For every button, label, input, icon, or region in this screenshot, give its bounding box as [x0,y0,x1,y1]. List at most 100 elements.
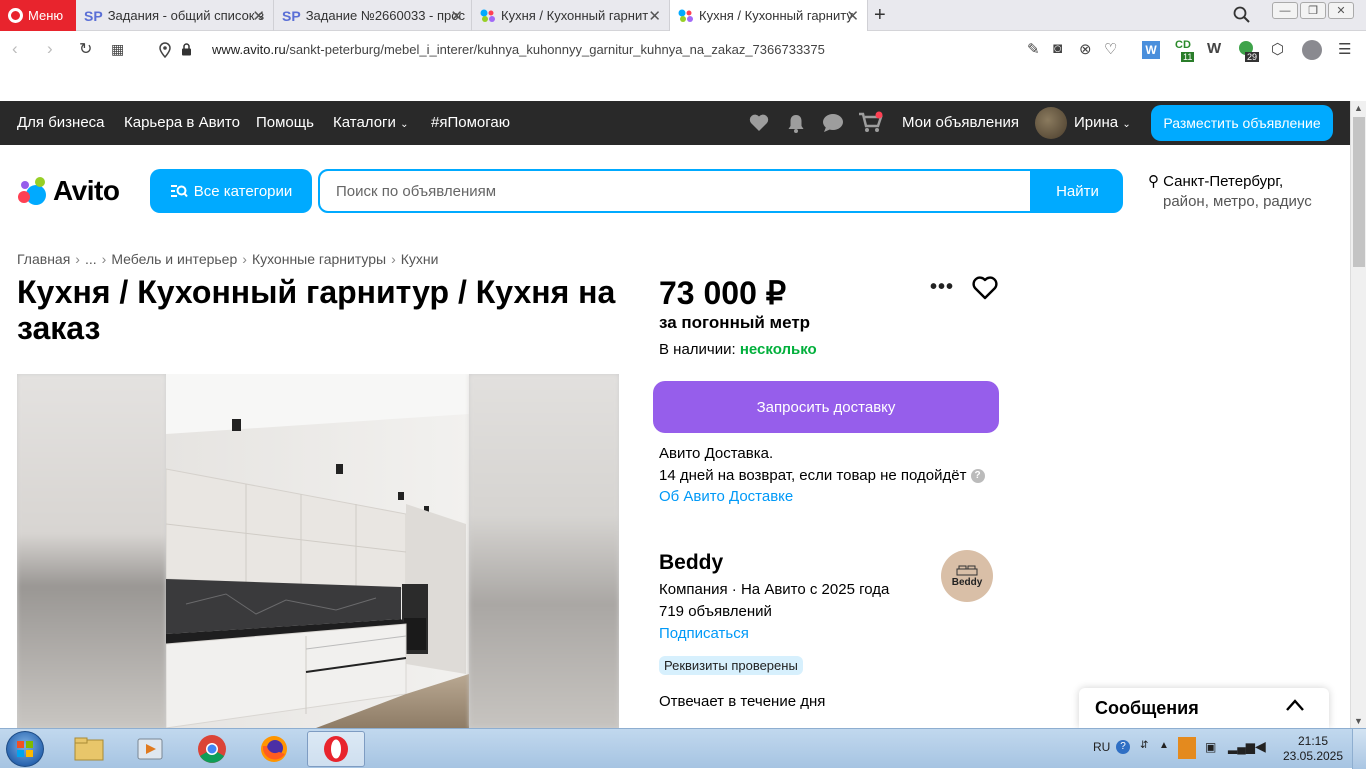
listing-main-photo[interactable] [165,374,469,728]
maximize-icon[interactable]: ❐ [1300,2,1326,19]
cube-icon[interactable]: ⬡ [1271,40,1284,58]
nav-help[interactable]: Помощь [256,114,314,131]
edit-icon[interactable]: ✎ [1027,40,1040,58]
opera-taskbar-app[interactable] [307,731,365,767]
new-tab-icon[interactable]: + [874,4,886,27]
listing-price: 73 000 ₽ [659,275,787,311]
firefox-icon [261,736,287,762]
chevron-down-icon: ⌄ [1122,119,1131,130]
tab-close-icon[interactable]: ✕ [846,7,859,25]
about-delivery-link[interactable]: Об Авито Доставке [659,488,793,505]
messages-popup[interactable]: Сообщения [1079,688,1329,728]
scroll-down-icon[interactable]: ▼ [1354,716,1363,726]
photo-gallery[interactable] [17,374,619,728]
seller-name[interactable]: Beddy [659,551,723,575]
post-ad-button[interactable]: Разместить объявление [1151,105,1333,141]
nav-my-ads[interactable]: Мои объявления [902,114,1019,131]
block-icon[interactable]: ⊗ [1079,40,1092,58]
delivery-name: Авито Доставка. [659,445,774,462]
windows-taskbar: RU ? ⇵ ▲ ▣ ▂▄▆ ◀ 21:15 23.05.2025 [0,728,1366,769]
breadcrumb-furniture[interactable]: Мебель и интерьер [111,251,237,267]
close-window-icon[interactable]: ✕ [1328,2,1354,19]
chrome-taskbar-app[interactable] [183,731,241,767]
location-pin-icon[interactable] [159,42,171,58]
profile-icon[interactable] [1302,40,1322,60]
tab-task-2660033[interactable]: SP Задание №2660033 - прос ✕ [274,0,472,31]
cart-icon[interactable] [858,111,884,133]
explorer-taskbar-app[interactable] [60,731,118,767]
forward-icon[interactable]: › [47,39,53,59]
help-question-icon[interactable]: ? [970,469,985,484]
cd-extension-icon[interactable]: CD [1175,39,1191,51]
tab-close-icon[interactable]: ✕ [450,7,463,25]
location-selector[interactable]: ⚲ Санкт-Петербург, район, метро, радиус [1148,172,1312,212]
system-clock[interactable]: 21:15 23.05.2025 [1278,734,1348,764]
breadcrumb-home[interactable]: Главная [17,251,70,267]
page-scrollbar[interactable]: ▲ ▼ [1350,101,1366,728]
messages-chat-icon[interactable] [822,113,844,133]
media-player-taskbar-app[interactable] [121,731,179,767]
w-extension-icon[interactable]: W [1142,41,1160,59]
all-categories-label: Все категории [193,182,293,200]
tray-app-icon[interactable] [1178,737,1196,759]
clock-time: 21:15 [1297,734,1329,748]
avito-logo[interactable]: Avito [17,175,120,207]
breadcrumb-kitchens[interactable]: Кухни [401,251,439,267]
easy-setup-icon[interactable]: ☰ [1338,40,1351,58]
scrollbar-thumb[interactable] [1353,117,1365,267]
lock-icon[interactable] [181,43,192,56]
find-button[interactable]: Найти [1030,171,1121,211]
opera-menu-button[interactable]: Меню [0,0,76,31]
gallery-prev-photo-blur[interactable] [17,374,166,728]
chevron-up-icon[interactable] [1285,698,1305,712]
network-signal-icon[interactable]: ▂▄▆ [1228,740,1255,754]
volume-icon[interactable]: ◀ [1255,738,1266,755]
camera-icon[interactable]: ◙ [1053,40,1062,57]
search-input[interactable] [320,171,1030,211]
wiki-extension-icon[interactable]: W [1207,40,1221,57]
start-button[interactable] [6,731,44,767]
language-bar-icon[interactable]: ⇵ [1140,740,1148,751]
seller-logo[interactable]: Beddy [941,550,993,602]
usb-device-icon[interactable]: ▣ [1205,740,1216,754]
add-to-favorites-heart-icon[interactable] [972,276,998,300]
verified-details-badge: Реквизиты проверены [659,656,803,675]
tab-close-icon[interactable]: ✕ [252,7,265,25]
subscribe-link[interactable]: Подписаться [659,625,749,642]
tab-avito-kitchen[interactable]: Кухня / Кухонный гарнит ✕ [472,0,670,31]
gallery-next-photo-blur[interactable] [469,374,619,728]
reload-icon[interactable]: ↻ [79,39,92,59]
tab-tasks-list[interactable]: SP Задания - общий список з ✕ [76,0,274,31]
nav-catalogs[interactable]: Каталоги ⌄ [333,114,408,131]
url-field[interactable]: www.avito.ru/sankt-peterburg/mebel_i_int… [212,42,825,57]
breadcrumb-kitchen-sets[interactable]: Кухонные гарнитуры [252,251,386,267]
notifications-bell-icon[interactable] [787,113,805,133]
request-delivery-button[interactable]: Запросить доставку [653,381,999,433]
seller-ads-count[interactable]: 719 объявлений [659,603,772,620]
windows-logo-icon [17,741,33,757]
show-hidden-icons-icon[interactable]: ▲ [1159,740,1169,751]
minimize-icon[interactable]: — [1272,2,1298,19]
back-icon[interactable]: ‹ [12,39,18,59]
tab-close-icon[interactable]: ✕ [648,7,661,25]
help-tray-icon[interactable]: ? [1116,740,1130,754]
nav-i-help[interactable]: #яПомогаю [431,114,510,131]
show-desktop-button[interactable] [1352,729,1366,769]
nav-career[interactable]: Карьера в Авито [124,114,240,131]
scroll-up-icon[interactable]: ▲ [1354,103,1363,113]
all-categories-button[interactable]: Все категории [150,169,312,213]
heart-outline-icon[interactable]: ♡ [1104,40,1117,58]
tab-avito-kitchen-active[interactable]: Кухня / Кухонный гарниту ✕ [670,0,868,31]
tiles-icon[interactable]: ▦ [111,41,124,58]
search-tabs-icon[interactable] [1233,6,1251,24]
nav-for-business[interactable]: Для бизнеса [17,114,105,131]
firefox-taskbar-app[interactable] [245,731,303,767]
user-avatar[interactable] [1035,107,1067,139]
language-indicator[interactable]: RU [1093,740,1110,754]
user-menu[interactable]: Ирина ⌄ [1074,114,1131,131]
avito-logo-dots-icon [18,177,46,205]
tab-title: Кухня / Кухонный гарнит [501,8,649,23]
breadcrumb-ellipsis[interactable]: ... [85,251,97,267]
more-options-icon[interactable]: ••• [930,276,954,299]
favorites-heart-icon[interactable] [749,113,769,132]
